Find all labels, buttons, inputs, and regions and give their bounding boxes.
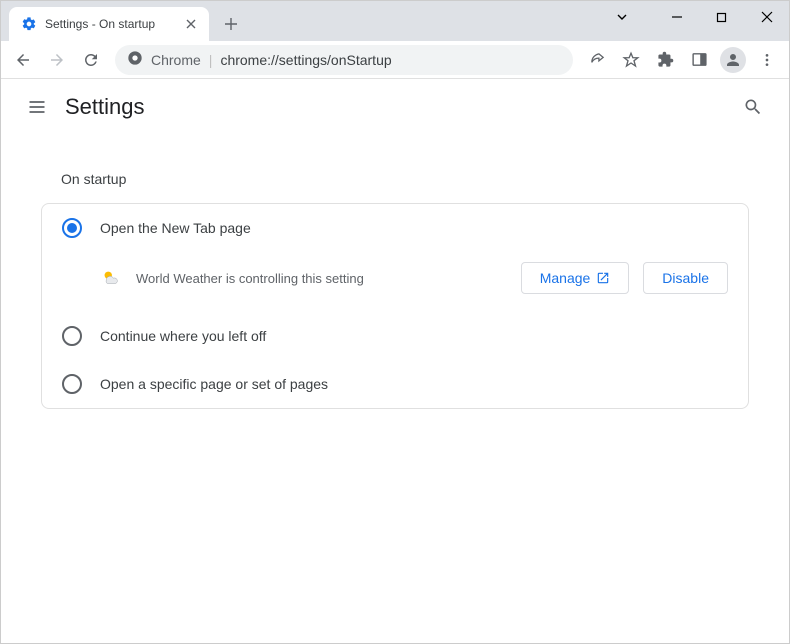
browser-tab[interactable]: Settings - On startup <box>9 7 209 41</box>
chrome-logo-icon <box>127 50 143 69</box>
settings-header: Settings <box>1 79 789 135</box>
window-minimize-button[interactable] <box>654 1 699 33</box>
back-button[interactable] <box>7 44 39 76</box>
section-title: On startup <box>61 171 749 187</box>
radio-specific[interactable] <box>62 374 82 394</box>
window-dropdown-icon[interactable] <box>599 1 644 33</box>
option-new-tab[interactable]: Open the New Tab page <box>42 204 748 252</box>
gear-icon <box>21 16 37 32</box>
disable-button[interactable]: Disable <box>643 262 728 294</box>
extension-notice-row: World Weather is controlling this settin… <box>42 252 748 312</box>
omnibox-prefix: Chrome <box>151 52 201 68</box>
manage-button[interactable]: Manage <box>521 262 630 294</box>
search-icon[interactable] <box>733 87 773 127</box>
window-maximize-button[interactable] <box>699 1 744 33</box>
menu-icon[interactable] <box>751 44 783 76</box>
address-bar[interactable]: Chrome | chrome://settings/onStartup <box>115 45 573 75</box>
reload-button[interactable] <box>75 44 107 76</box>
omnibox-url: chrome://settings/onStartup <box>220 52 391 68</box>
settings-content: On startup Open the New Tab page World W… <box>1 135 789 429</box>
extensions-icon[interactable] <box>649 44 681 76</box>
startup-card: Open the New Tab page World Weather is c… <box>41 203 749 409</box>
manage-button-label: Manage <box>540 270 591 286</box>
close-tab-icon[interactable] <box>183 16 199 32</box>
option-continue[interactable]: Continue where you left off <box>42 312 748 360</box>
weather-extension-icon <box>100 267 122 289</box>
hamburger-menu-icon[interactable] <box>17 87 57 127</box>
window-titlebar: Settings - On startup <box>1 1 789 41</box>
side-panel-icon[interactable] <box>683 44 715 76</box>
option-specific[interactable]: Open a specific page or set of pages <box>42 360 748 408</box>
external-link-icon <box>596 271 610 285</box>
option-label: Open the New Tab page <box>100 220 251 236</box>
profile-button[interactable] <box>717 44 749 76</box>
tab-title: Settings - On startup <box>45 17 175 31</box>
option-label: Continue where you left off <box>100 328 266 344</box>
browser-toolbar: Chrome | chrome://settings/onStartup <box>1 41 789 79</box>
window-close-button[interactable] <box>744 1 789 33</box>
radio-new-tab[interactable] <box>62 218 82 238</box>
forward-button <box>41 44 73 76</box>
share-icon[interactable] <box>581 44 613 76</box>
option-label: Open a specific page or set of pages <box>100 376 328 392</box>
page-title: Settings <box>65 94 145 120</box>
disable-button-label: Disable <box>662 270 709 286</box>
new-tab-button[interactable] <box>217 10 245 38</box>
radio-continue[interactable] <box>62 326 82 346</box>
extension-notice-text: World Weather is controlling this settin… <box>136 271 507 286</box>
bookmark-icon[interactable] <box>615 44 647 76</box>
omnibox-separator: | <box>209 52 213 68</box>
